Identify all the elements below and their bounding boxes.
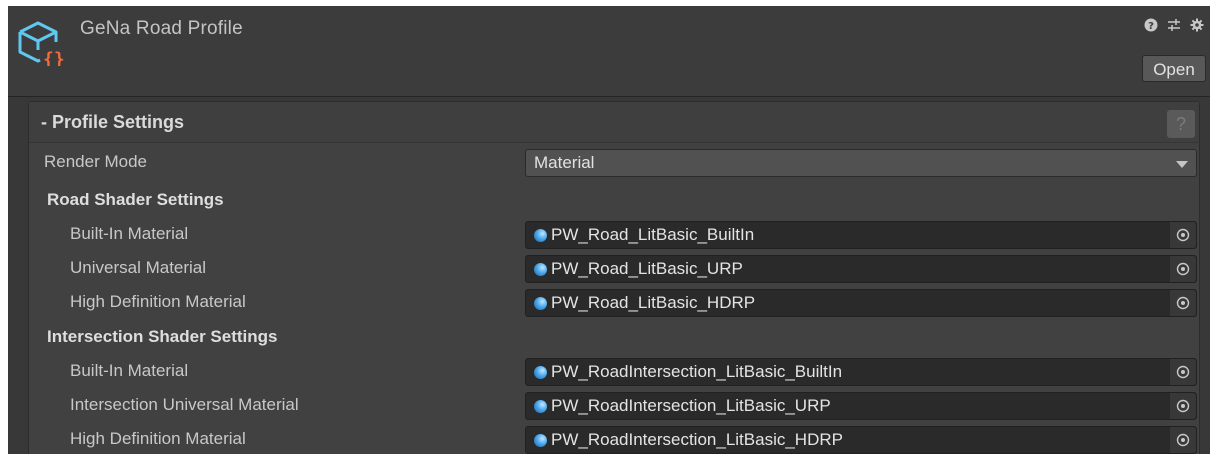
object-picker-icon <box>1176 296 1190 310</box>
help-icon[interactable]: ? <box>1144 18 1158 32</box>
material-icon <box>534 400 547 413</box>
road-shader-group: Road Shader Settings <box>29 186 1199 216</box>
object-picker-button[interactable] <box>1169 427 1196 453</box>
intersection-builtin-label: Built-In Material <box>70 361 189 380</box>
material-icon <box>534 297 547 310</box>
intersection-hdrp-material-field[interactable]: PW_RoadIntersection_LitBasic_HDRP <box>525 426 1197 454</box>
preset-sliders-icon[interactable] <box>1167 18 1181 32</box>
road-universal-row: Universal Material PW_Road_LitBasic_URP <box>29 254 1199 284</box>
object-picker-icon <box>1176 262 1190 276</box>
object-picker-icon <box>1176 365 1190 379</box>
object-picker-icon <box>1176 228 1190 242</box>
road-universal-material-value: PW_Road_LitBasic_URP <box>551 259 743 278</box>
inspector-window: {} GeNa Road Profile ? Open - Profile Se… <box>8 6 1210 454</box>
asset-title: GeNa Road Profile <box>80 18 243 39</box>
chevron-down-icon <box>1176 161 1188 168</box>
svg-text:{}: {} <box>43 49 64 66</box>
object-picker-button[interactable] <box>1169 256 1196 282</box>
intersection-builtin-row: Built-In Material PW_RoadIntersection_Li… <box>29 357 1199 387</box>
object-picker-button[interactable] <box>1169 359 1196 385</box>
render-mode-row: Render Mode Material <box>29 148 1199 178</box>
intersection-hdrp-material-value: PW_RoadIntersection_LitBasic_HDRP <box>551 430 843 449</box>
road-builtin-material-field[interactable]: PW_Road_LitBasic_BuiltIn <box>525 221 1197 249</box>
road-builtin-row: Built-In Material PW_Road_LitBasic_Built… <box>29 220 1199 250</box>
profile-settings-foldout[interactable]: - Profile Settings ? <box>29 102 1199 143</box>
road-builtin-label: Built-In Material <box>70 224 189 243</box>
material-icon <box>534 263 547 276</box>
section-title: - Profile Settings <box>41 112 185 132</box>
material-icon <box>534 366 547 379</box>
road-universal-material-field[interactable]: PW_Road_LitBasic_URP <box>525 255 1197 283</box>
road-hdrp-material-field[interactable]: PW_Road_LitBasic_HDRP <box>525 289 1197 317</box>
road-shader-title: Road Shader Settings <box>47 190 224 209</box>
road-universal-label: Universal Material <box>70 258 207 277</box>
road-hdrp-row: High Definition Material PW_Road_LitBasi… <box>29 288 1199 318</box>
material-icon <box>534 434 547 447</box>
road-hdrp-label: High Definition Material <box>70 292 246 311</box>
material-icon <box>534 229 547 242</box>
render-mode-dropdown[interactable]: Material <box>525 149 1197 177</box>
road-builtin-material-value: PW_Road_LitBasic_BuiltIn <box>551 225 755 244</box>
profile-settings-panel: - Profile Settings ? Render Mode Materia… <box>28 101 1200 454</box>
open-button[interactable]: Open <box>1142 55 1206 82</box>
road-hdrp-material-value: PW_Road_LitBasic_HDRP <box>551 293 756 312</box>
intersection-hdrp-label: High Definition Material <box>70 429 246 448</box>
scriptable-object-icon: {} <box>18 21 64 66</box>
asset-header: {} GeNa Road Profile ? Open <box>8 6 1210 97</box>
intersection-universal-row: Intersection Universal Material PW_RoadI… <box>29 391 1199 421</box>
object-picker-button[interactable] <box>1169 290 1196 316</box>
header-toolbar: ? <box>1144 18 1204 32</box>
intersection-shader-group: Intersection Shader Settings <box>29 323 1199 353</box>
render-mode-value: Material <box>534 153 595 172</box>
intersection-universal-material-field[interactable]: PW_RoadIntersection_LitBasic_URP <box>525 392 1197 420</box>
intersection-universal-material-value: PW_RoadIntersection_LitBasic_URP <box>551 396 831 415</box>
object-picker-button[interactable] <box>1169 222 1196 248</box>
settings-gear-icon[interactable] <box>1190 18 1204 32</box>
intersection-builtin-material-field[interactable]: PW_RoadIntersection_LitBasic_BuiltIn <box>525 358 1197 386</box>
intersection-builtin-material-value: PW_RoadIntersection_LitBasic_BuiltIn <box>551 362 843 381</box>
intersection-universal-label: Intersection Universal Material <box>70 395 299 414</box>
intersection-shader-title: Intersection Shader Settings <box>47 327 278 346</box>
render-mode-label: Render Mode <box>44 152 148 171</box>
intersection-hdrp-row: High Definition Material PW_RoadIntersec… <box>29 425 1199 454</box>
svg-text:?: ? <box>1148 21 1154 32</box>
object-picker-icon <box>1176 399 1190 413</box>
object-picker-button[interactable] <box>1169 393 1196 419</box>
object-picker-icon <box>1176 433 1190 447</box>
section-help-button[interactable]: ? <box>1167 110 1195 138</box>
